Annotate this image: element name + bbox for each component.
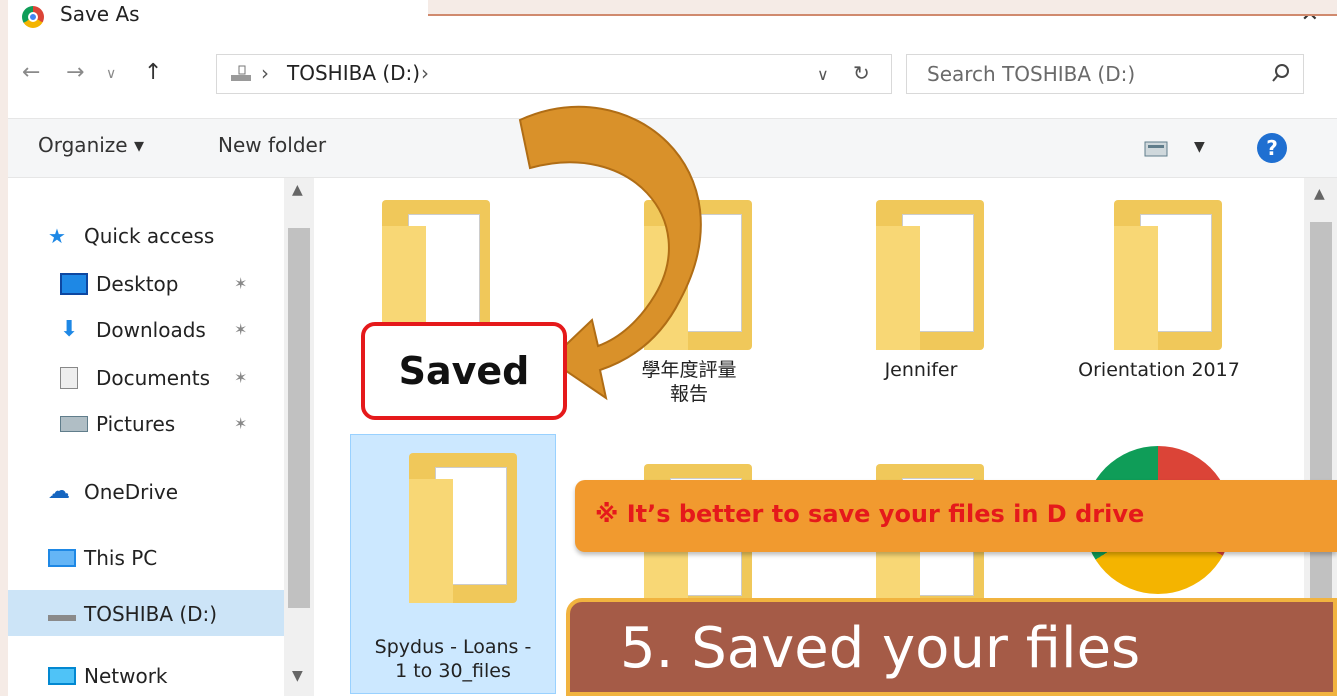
sidebar-item-quick-access[interactable]: ★ Quick access	[48, 216, 214, 256]
pin-icon[interactable]: ✶	[234, 274, 247, 293]
sidebar-item-label: Downloads	[96, 318, 206, 342]
file-name: Spydus - Loans - 1 to 30_files	[374, 636, 532, 682]
pictures-icon	[60, 416, 88, 432]
sidebar-item-label: Network	[84, 664, 168, 688]
sidebar-item-desktop[interactable]: Desktop	[60, 264, 178, 304]
file-name: Jennifer	[884, 359, 958, 381]
sidebar-item-pictures[interactable]: Pictures	[60, 404, 175, 444]
star-icon: ★	[48, 224, 66, 248]
folder-icon	[409, 453, 517, 603]
sidebar-item-documents[interactable]: Documents	[60, 358, 210, 398]
address-dropdown-icon[interactable]: ∨	[817, 65, 829, 84]
sidebar-item-label: Pictures	[96, 412, 176, 436]
sidebar-item-label: OneDrive	[84, 480, 179, 504]
saved-callout: Saved	[361, 322, 567, 420]
list-item[interactable]: Orientation 2017	[1056, 182, 1262, 442]
step-caption: 5. Saved your files	[566, 598, 1337, 696]
help-icon[interactable]: ?	[1257, 133, 1287, 163]
search-icon[interactable]	[1269, 61, 1293, 85]
search-box[interactable]: Search TOSHIBA (D:)	[906, 54, 1304, 94]
pin-icon[interactable]: ✶	[234, 320, 247, 339]
view-dropdown-icon[interactable]: ▼	[1194, 139, 1205, 155]
slide-top-accent	[428, 0, 1337, 16]
pin-icon[interactable]: ✶	[234, 368, 247, 387]
view-options-icon[interactable]	[1144, 141, 1168, 157]
scroll-up-icon[interactable]: ▲	[1314, 186, 1325, 202]
scroll-up-icon[interactable]: ▲	[292, 182, 303, 198]
sidebar-item-label: Documents	[96, 366, 211, 390]
sidebar-item-label: Quick access	[84, 224, 215, 248]
file-name: Orientation 2017	[1078, 359, 1240, 381]
dialog-title: Save As	[60, 2, 140, 26]
pin-icon[interactable]: ✶	[234, 414, 247, 433]
desktop-icon	[60, 273, 88, 295]
forward-icon[interactable]: →	[66, 60, 84, 85]
tip-text: ※ It’s better to save your files in D dr…	[595, 500, 1145, 528]
network-icon	[48, 667, 76, 685]
step-text: 5. Saved your files	[620, 616, 1141, 681]
scroll-thumb[interactable]	[288, 228, 310, 608]
sidebar-item-network[interactable]: Network	[48, 656, 168, 696]
breadcrumb-chevron-icon[interactable]: ›	[421, 61, 429, 85]
up-icon[interactable]: ↑	[144, 60, 162, 85]
back-icon[interactable]: ←	[22, 60, 40, 85]
documents-icon	[60, 367, 78, 389]
sidebar-item-this-pc[interactable]: This PC	[48, 538, 157, 578]
download-arrow-icon: ⬇	[60, 317, 79, 342]
folder-icon	[1114, 200, 1222, 350]
drive-icon	[231, 65, 251, 81]
breadcrumb-drive[interactable]: TOSHIBA (D:)	[287, 61, 420, 85]
sidebar-item-downloads[interactable]: ⬇ Downloads	[60, 310, 206, 350]
sidebar-item-onedrive[interactable]: ☁ OneDrive	[48, 472, 178, 512]
search-input[interactable]: Search TOSHIBA (D:)	[927, 62, 1135, 86]
sidebar-item-label: This PC	[84, 546, 158, 570]
sidebar-scrollbar[interactable]: ▲ ▼	[284, 178, 314, 696]
recent-dropdown-icon[interactable]: ∨	[106, 66, 116, 82]
drive-icon	[48, 607, 76, 621]
breadcrumb-chevron-icon: ›	[261, 61, 269, 85]
refresh-icon[interactable]: ↻	[853, 61, 870, 85]
sidebar-item-toshiba[interactable]: TOSHIBA (D:)	[48, 594, 217, 634]
folder-icon	[876, 200, 984, 350]
organize-button[interactable]: Organize ▾	[38, 133, 144, 157]
scroll-down-icon[interactable]: ▼	[292, 668, 303, 684]
navigation-pane: ★ Quick access Desktop ✶ ⬇ Downloads ✶ D…	[8, 178, 284, 696]
list-item[interactable]: Jennifer	[818, 182, 1024, 442]
cloud-icon: ☁	[48, 479, 70, 504]
tip-banner: ※ It’s better to save your files in D dr…	[575, 480, 1337, 552]
list-item-selected[interactable]: Spydus - Loans - 1 to 30_files	[350, 434, 556, 694]
scroll-thumb[interactable]	[1310, 222, 1332, 642]
monitor-icon	[48, 549, 76, 567]
new-folder-button[interactable]: New folder	[218, 133, 326, 157]
sidebar-item-label: Desktop	[96, 272, 179, 296]
sidebar-item-label: TOSHIBA (D:)	[84, 602, 218, 626]
chrome-logo-icon	[22, 6, 44, 28]
